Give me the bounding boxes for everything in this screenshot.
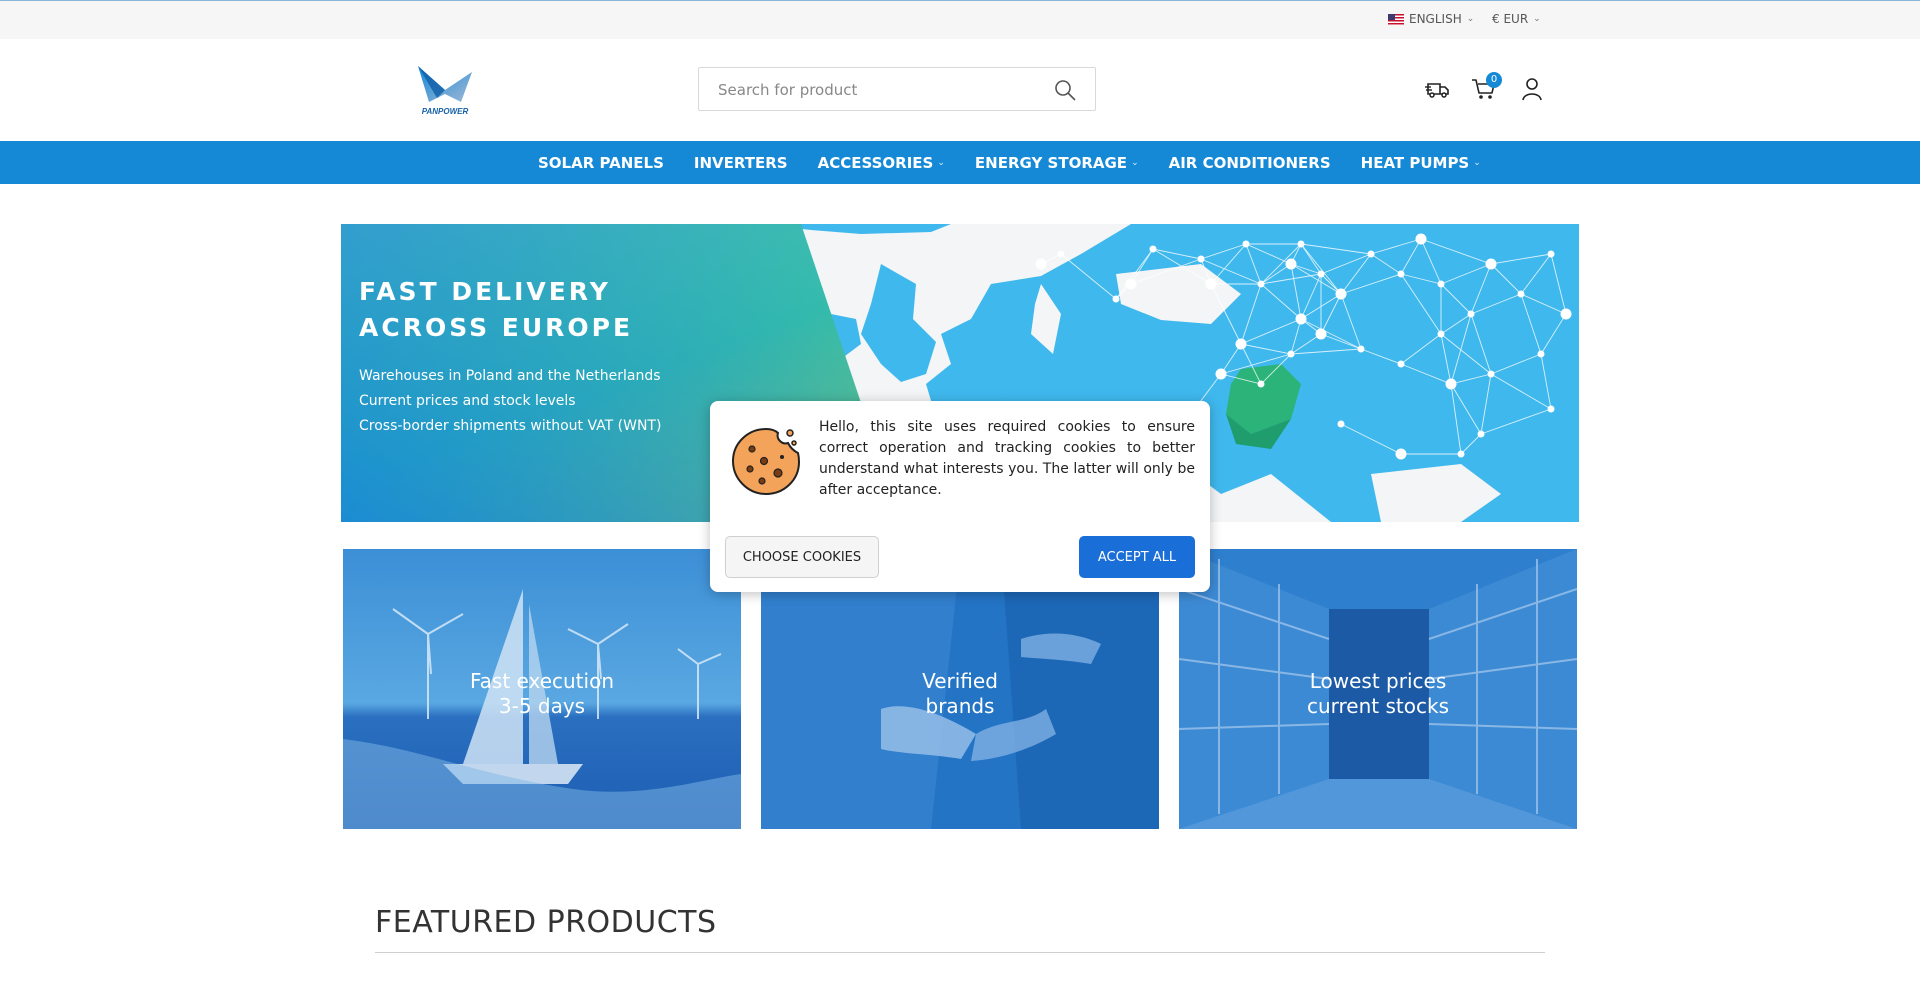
language-selector[interactable]: ENGLISH ⌄	[1388, 12, 1474, 26]
chevron-down-icon: ⌄	[1466, 14, 1475, 24]
network-node	[1547, 250, 1555, 258]
choose-cookies-button[interactable]: CHOOSE COOKIES	[725, 536, 879, 578]
network-node	[1125, 278, 1137, 290]
hero-title-line1: FAST DELIVERY	[359, 277, 611, 306]
tile-caption-line1: Verified	[922, 669, 998, 693]
cart-count-badge: 0	[1486, 72, 1502, 88]
user-account-icon[interactable]	[1519, 76, 1545, 102]
top-bar: ENGLISH ⌄ € EUR ⌄	[0, 0, 1920, 39]
network-node	[1317, 270, 1325, 278]
search-icon[interactable]	[1053, 78, 1077, 102]
cookie-icon	[732, 427, 800, 495]
logo-icon: PANPOWER	[418, 66, 472, 116]
network-node	[1485, 258, 1497, 270]
network-node	[1235, 338, 1247, 350]
network-node	[1297, 240, 1305, 248]
featured-products-heading: FEATURED PRODUCTS	[375, 905, 717, 940]
hero-line: Current prices and stock levels	[359, 393, 576, 409]
chevron-down-icon: ⌄	[1533, 14, 1541, 24]
network-node	[1205, 278, 1217, 290]
network-node	[1437, 280, 1445, 288]
nav-item-label: SOLAR PANELS	[538, 153, 664, 172]
tile-caption-line1: Fast execution	[469, 669, 614, 693]
tile-caption: Fast execution 3-5 days	[343, 669, 741, 719]
network-node	[1197, 255, 1205, 263]
chevron-down-icon: ⌄	[1131, 157, 1139, 168]
tile-caption: Verified brands	[761, 669, 1159, 719]
network-node	[1057, 250, 1065, 258]
network-node	[1560, 308, 1572, 320]
tile-caption-line1: Lowest prices	[1309, 669, 1447, 693]
network-node	[1257, 280, 1265, 288]
currency-selector[interactable]: € EUR ⌄	[1492, 12, 1541, 26]
network-node	[1112, 295, 1120, 303]
network-node	[1415, 233, 1427, 245]
hero-feature-list: Warehouses in Poland and the Netherlands…	[359, 364, 661, 439]
network-node	[1215, 368, 1227, 380]
network-node	[1517, 290, 1525, 298]
hero-title-line2: ACROSS EUROPE	[359, 313, 634, 342]
nav-item-label: ENERGY STORAGE	[974, 153, 1128, 172]
delivery-truck-icon[interactable]	[1425, 76, 1451, 102]
network-node	[1337, 420, 1345, 428]
network-node	[1149, 245, 1157, 253]
network-node	[1035, 258, 1047, 270]
tile-caption-line2: 3-5 days	[498, 694, 586, 718]
network-node	[1457, 450, 1465, 458]
nav-item-label: HEAT PUMPS	[1360, 153, 1470, 172]
cookie-consent-dialog: Hello, this site uses required cookies t…	[710, 401, 1210, 592]
nav-item-inverters[interactable]: INVERTERS	[694, 154, 788, 172]
accept-all-button[interactable]: ACCEPT ALL	[1079, 536, 1195, 578]
network-node	[1395, 448, 1407, 460]
nav-item-solar-panels[interactable]: SOLAR PANELS	[538, 154, 664, 172]
tile-lowest-prices[interactable]: Lowest prices current stocks	[1179, 549, 1577, 829]
network-node	[1335, 288, 1347, 300]
network-node	[1295, 313, 1307, 325]
nav-item-label: INVERTERS	[693, 153, 788, 172]
network-node	[1487, 370, 1495, 378]
hero-title: FAST DELIVERY ACROSS EUROPE	[359, 274, 719, 346]
featured-divider	[375, 952, 1545, 953]
chevron-down-icon: ⌄	[937, 157, 945, 168]
language-label: ENGLISH	[1409, 12, 1462, 26]
network-node	[1547, 405, 1555, 413]
main-nav-list: SOLAR PANELS INVERTERS ACCESSORIES ⌄ ENERGY …	[538, 141, 1481, 184]
chevron-down-icon: ⌄	[1473, 157, 1481, 168]
search-input[interactable]	[716, 80, 1040, 100]
cookie-message: Hello, this site uses required cookies t…	[819, 419, 1195, 498]
tile-caption-line2: brands	[925, 694, 995, 718]
main-nav: SOLAR PANELS INVERTERS ACCESSORIES ⌄ ENERGY …	[0, 141, 1920, 184]
network-node	[1242, 240, 1250, 248]
nav-item-label: ACCESSORIES	[817, 153, 934, 172]
network-node	[1315, 328, 1327, 340]
search-box	[698, 67, 1096, 111]
currency-label: € EUR	[1492, 12, 1529, 26]
hero-line: Cross-border shipments without VAT (WNT)	[359, 418, 662, 434]
network-node	[1397, 270, 1405, 278]
tile-caption: Lowest prices current stocks	[1179, 669, 1577, 719]
network-node	[1357, 345, 1365, 353]
nav-item-heat-pumps[interactable]: HEAT PUMPS ⌄	[1361, 154, 1481, 172]
network-node	[1367, 250, 1375, 258]
network-node	[1445, 378, 1457, 390]
nav-item-air-conditioners[interactable]: AIR CONDITIONERS	[1169, 154, 1331, 172]
hero-line: Warehouses in Poland and the Netherlands	[359, 368, 661, 384]
nav-item-accessories[interactable]: ACCESSORIES ⌄	[818, 154, 945, 172]
network-node	[1287, 350, 1295, 358]
network-node	[1467, 310, 1475, 318]
site-logo[interactable]: PANPOWER	[415, 62, 475, 118]
network-node	[1257, 380, 1265, 388]
nav-item-label: AIR CONDITIONERS	[1168, 153, 1331, 172]
network-node	[1477, 430, 1485, 438]
tile-caption-line2: current stocks	[1306, 694, 1449, 718]
tile-fast-execution[interactable]: Fast execution 3-5 days	[343, 549, 741, 829]
network-node	[1397, 360, 1405, 368]
network-node	[1537, 350, 1545, 358]
us-flag-icon	[1388, 13, 1404, 25]
logo-text: PANPOWER	[422, 107, 469, 116]
nav-item-energy-storage[interactable]: ENERGY STORAGE ⌄	[975, 154, 1139, 172]
network-node	[1285, 258, 1297, 270]
network-node	[1437, 330, 1445, 338]
